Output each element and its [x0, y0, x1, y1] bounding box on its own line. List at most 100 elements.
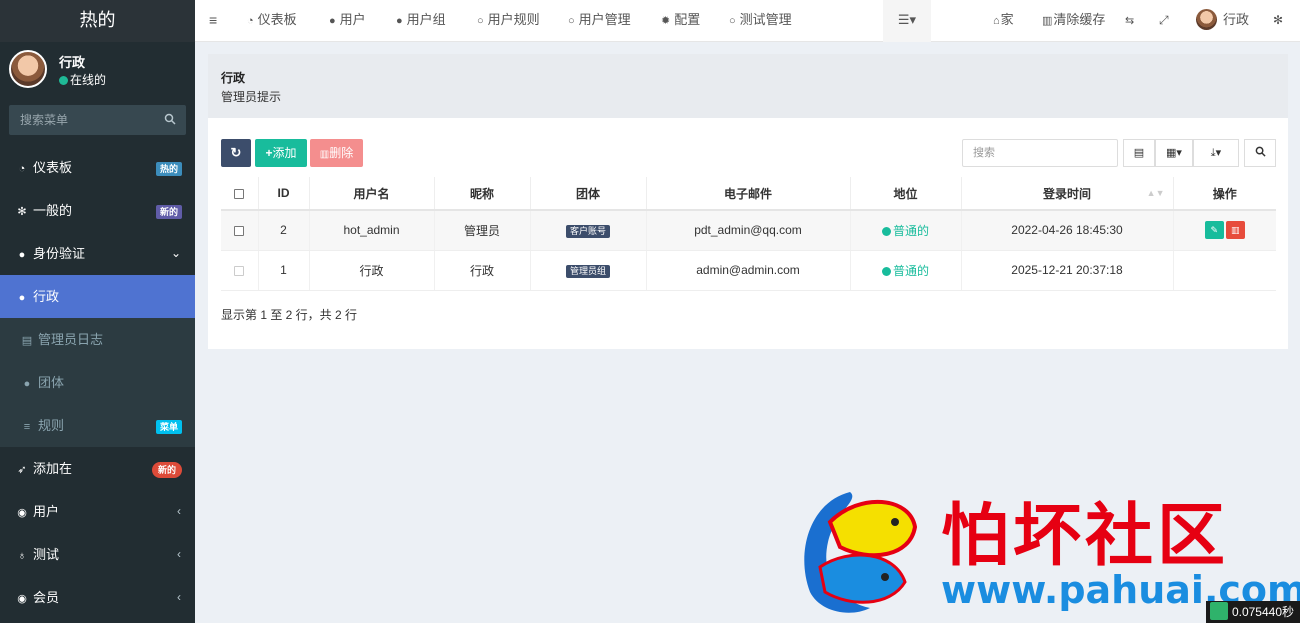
- sidebar-item-label: 一般的: [33, 203, 73, 218]
- nav-label: 用户规则: [487, 12, 540, 27]
- sidebar-item-rules[interactable]: ≡ 规则 菜单: [0, 404, 195, 447]
- sidebar-item-dashboard[interactable]: ◔ 仪表板 热的: [0, 146, 195, 189]
- nav-test-manage[interactable]: ○ 测试管理: [729, 0, 792, 42]
- group-badge: 客户账号: [565, 224, 610, 238]
- sidebar-item-group[interactable]: ● 团体: [0, 361, 195, 404]
- grid-icon: ▦▾: [1166, 147, 1182, 159]
- row-checkbox[interactable]: [234, 226, 245, 237]
- sidebar-item-member[interactable]: ◉ 会员 ‹: [0, 576, 195, 619]
- user-status-text: 在线的: [70, 73, 107, 87]
- nav-label: 用户组: [406, 12, 446, 27]
- nav-label: 仪表板: [257, 12, 297, 27]
- dashboard-icon: ◔: [18, 163, 26, 175]
- translate-icon: ⇆: [1125, 15, 1135, 27]
- settings-button[interactable]: ✻: [1273, 0, 1283, 42]
- sidebar-item-admin[interactable]: ● 行政: [0, 275, 195, 318]
- menu-badge: 菜单: [155, 420, 182, 434]
- nav-user-manage[interactable]: ○ 用户管理: [568, 0, 631, 42]
- sort-icon[interactable]: ▲▼: [1147, 188, 1165, 198]
- sidebar-item-label: 管理员日志: [38, 332, 104, 347]
- column-header-status[interactable]: 地位: [850, 177, 962, 211]
- sidebar-item-label: 团体: [38, 375, 65, 390]
- list-alt-icon: ▤: [1133, 147, 1145, 159]
- fullscreen-button[interactable]: ⤢: [1159, 0, 1169, 42]
- sidebar-toggle-button[interactable]: ≡: [209, 0, 221, 42]
- user-circle-icon: ◉: [17, 593, 27, 605]
- column-header-group[interactable]: 团体: [530, 177, 647, 211]
- list-icon: ☰▾: [897, 12, 917, 27]
- pagination-info: 显示第 1 至 2 行，共 2 行: [221, 308, 358, 322]
- refresh-button[interactable]: ↻: [221, 139, 251, 167]
- clear-cache-button[interactable]: ▥清除缓存: [1042, 0, 1105, 42]
- cell-login-time: 2025-12-21 20:37:18: [961, 250, 1174, 291]
- cell-id: 1: [258, 250, 310, 291]
- table-row[interactable]: 2 hot_admin 管理员 客户账号 pdt_admin@qq.com 普通…: [221, 210, 1276, 251]
- add-button[interactable]: +添加: [255, 139, 307, 167]
- sidebar-item-addon[interactable]: ➶ 添加在 新的: [0, 447, 195, 490]
- gear-icon: ✹: [661, 15, 671, 27]
- language-button[interactable]: ⇆: [1125, 0, 1134, 42]
- app-logo[interactable]: 热的: [0, 0, 195, 42]
- select-all-checkbox[interactable]: [234, 188, 245, 199]
- home-icon: ⌂: [993, 15, 1000, 27]
- columns-dropdown[interactable]: ▦▾: [1155, 139, 1193, 167]
- add-label: 添加: [272, 146, 297, 160]
- circle-icon: ○: [568, 15, 575, 27]
- nav-user[interactable]: ● 用户: [329, 0, 366, 42]
- column-header-id[interactable]: ID: [258, 177, 310, 211]
- users-icon: ●: [18, 249, 26, 261]
- export-dropdown[interactable]: ⤓▾: [1193, 139, 1239, 167]
- user-menu-label: 行政: [1223, 12, 1250, 27]
- circle-icon: ○: [477, 15, 484, 27]
- nav-user-group[interactable]: ● 用户组: [396, 0, 446, 42]
- status-badge: 普通的: [881, 264, 929, 278]
- page-timer: 0.075440秒: [1205, 601, 1300, 623]
- delete-button[interactable]: ▥删除: [310, 139, 363, 167]
- search-icon[interactable]: [164, 113, 176, 125]
- page-title: 行政: [221, 71, 246, 85]
- user-menu[interactable]: 行政: [1196, 0, 1249, 42]
- nav-label: 用户: [339, 12, 366, 27]
- watermark-title: 怕坏社区: [941, 497, 1230, 576]
- user-icon: ●: [329, 15, 336, 27]
- delete-row-button[interactable]: ▥: [1225, 221, 1245, 240]
- toggle-view-button[interactable]: ▤: [1123, 139, 1155, 167]
- table-row[interactable]: 1 行政 行政 管理员组 admin@admin.com 普通的 2025-12…: [221, 250, 1276, 291]
- column-header-login-time[interactable]: 登录时间 ▲▼: [961, 177, 1174, 211]
- edit-button[interactable]: ✎: [1204, 221, 1224, 240]
- sidebar-item-auth[interactable]: ● 身份验证 ⌄: [0, 232, 195, 275]
- table-search-input[interactable]: [962, 139, 1118, 167]
- nav-user-rules[interactable]: ○ 用户规则: [477, 0, 540, 42]
- trash-icon: ▥: [1230, 225, 1240, 236]
- dashboard-icon: ◔: [247, 15, 254, 27]
- status-badge: 普通的: [881, 224, 929, 238]
- select-all-cell: [221, 177, 259, 211]
- nav-label: 测试管理: [739, 12, 792, 27]
- column-header-email[interactable]: 电子邮件: [646, 177, 851, 211]
- table-header-row: ID 用户名 昵称 团体 电子邮件 地位 登录时间 ▲▼ 操作: [221, 177, 1276, 211]
- bars-icon: ≡: [23, 421, 31, 433]
- sidebar-item-label: 测试: [33, 547, 60, 562]
- more-menu-dropdown[interactable]: ☰▾: [883, 0, 931, 42]
- sidebar-item-general[interactable]: ✻ 一般的 新的: [0, 189, 195, 232]
- user-icon: ●: [18, 292, 26, 304]
- row-checkbox-disabled: [234, 265, 245, 276]
- cell-id: 2: [258, 210, 310, 251]
- sidebar-item-user[interactable]: ◉ 用户 ‹: [0, 490, 195, 533]
- sidebar-item-label: 行政: [33, 289, 60, 304]
- bars-icon: ≡: [209, 12, 218, 28]
- avatar: [1196, 9, 1217, 30]
- home-link[interactable]: ⌂家: [993, 0, 1014, 42]
- sidebar-item-admin-log[interactable]: ▤ 管理员日志: [0, 318, 195, 361]
- column-header-username[interactable]: 用户名: [309, 177, 435, 211]
- nav-config[interactable]: ✹ 配置: [661, 0, 700, 42]
- row-select-cell: [221, 210, 259, 251]
- column-header-nickname[interactable]: 昵称: [434, 177, 531, 211]
- sidebar-search-input[interactable]: [9, 105, 159, 135]
- sidebar-item-test[interactable]: ♁ 测试 ‹: [0, 533, 195, 576]
- advanced-search-button[interactable]: [1244, 139, 1276, 167]
- chevron-left-icon: ‹: [177, 504, 181, 518]
- sidebar-item-label: 用户: [33, 504, 60, 519]
- nav-dashboard[interactable]: ◔ 仪表板: [247, 0, 297, 42]
- sidebar-item-label: 身份验证: [33, 246, 86, 261]
